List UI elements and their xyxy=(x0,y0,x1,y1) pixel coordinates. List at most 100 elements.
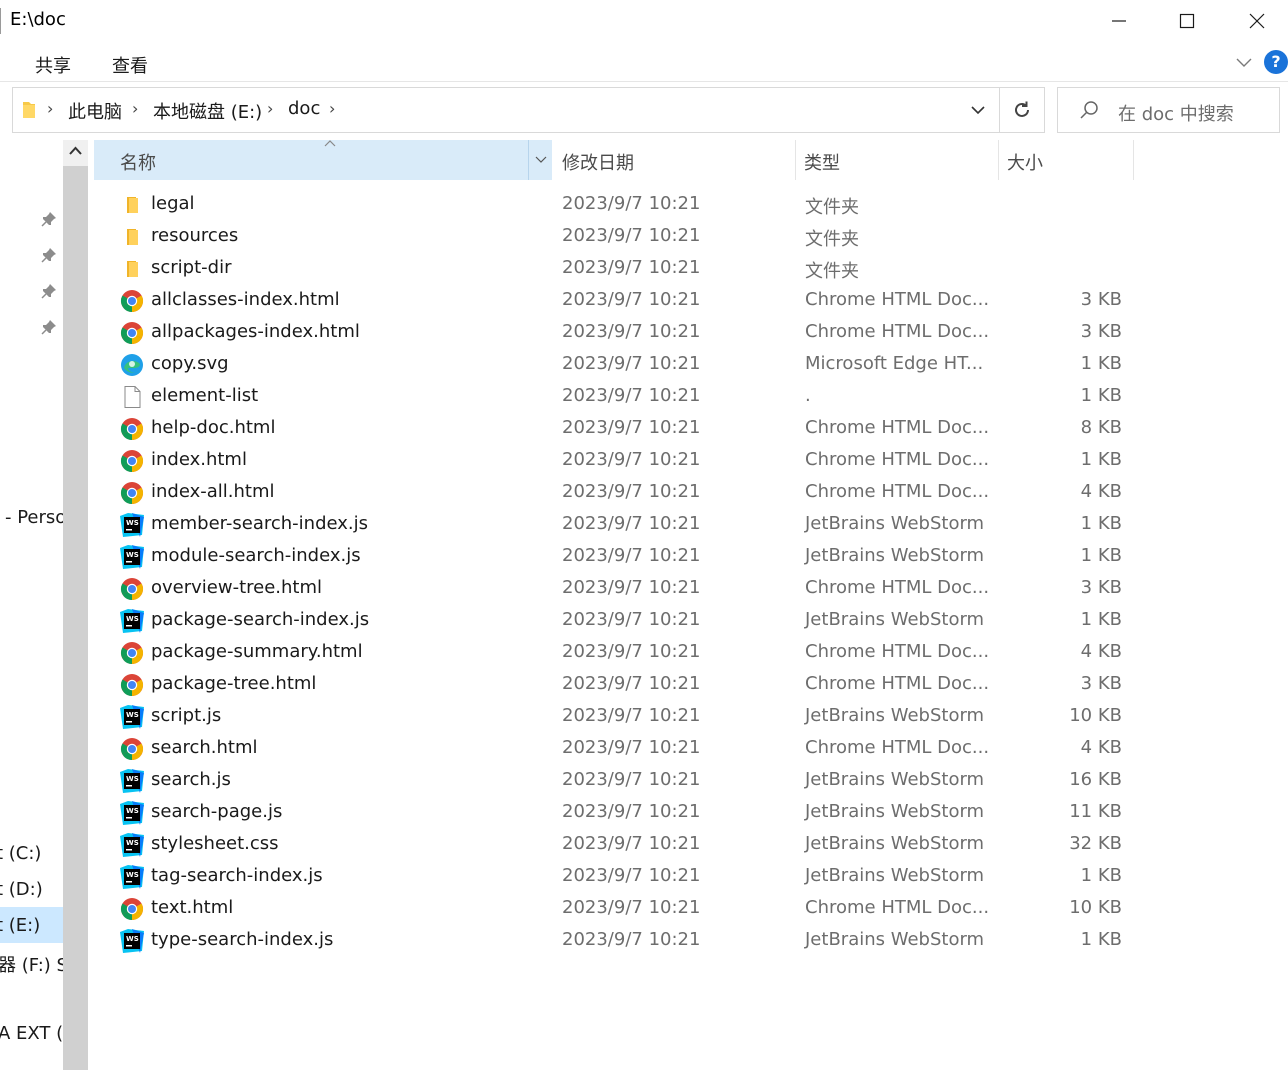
file-size: 1 KB xyxy=(1080,609,1122,630)
file-modified-date: 2023/9/7 10:21 xyxy=(562,385,701,406)
close-button[interactable] xyxy=(1222,0,1288,42)
file-type: Chrome HTML Doc... xyxy=(805,737,990,758)
file-size: 8 KB xyxy=(1080,417,1122,438)
file-modified-date: 2023/9/7 10:21 xyxy=(562,513,701,534)
column-header-size[interactable]: 大小 xyxy=(1007,140,1133,180)
file-type: JetBrains WebStorm xyxy=(805,865,985,886)
file-name: package-tree.html xyxy=(151,673,317,694)
nav-scrollbar[interactable] xyxy=(63,140,88,1070)
file-row[interactable]: allclasses-index.html 2023/9/7 10:21 Chrom… xyxy=(94,285,1134,317)
file-name: element-list xyxy=(151,385,259,406)
pin-icon[interactable] xyxy=(40,318,58,336)
chevron-down-icon[interactable] xyxy=(1234,52,1254,72)
file-type: Chrome HTML Doc... xyxy=(805,289,990,310)
column-divider[interactable] xyxy=(1133,140,1134,180)
file-size: 1 KB xyxy=(1080,545,1122,566)
file-modified-date: 2023/9/7 10:21 xyxy=(562,353,701,374)
nav-item-drive-d[interactable]: t (D:) xyxy=(0,879,43,900)
file-size: 32 KB xyxy=(1069,833,1122,854)
scroll-up-icon[interactable] xyxy=(68,144,83,159)
webstorm-icon: WS xyxy=(120,545,144,569)
file-row[interactable]: package-tree.html 2023/9/7 10:21 Chrome HT… xyxy=(94,669,1134,701)
file-row[interactable]: WS package-search-index.js 2023/9/7 10:21 J… xyxy=(94,605,1134,637)
column-header-type[interactable]: 类型 xyxy=(804,140,996,180)
column-divider[interactable] xyxy=(795,140,796,180)
chevron-down-icon[interactable] xyxy=(968,100,988,120)
file-row[interactable]: help-doc.html 2023/9/7 10:21 Chrome HTML D… xyxy=(94,413,1134,445)
chevron-right-icon[interactable]: › xyxy=(329,99,335,118)
file-name: resources xyxy=(151,225,239,246)
file-row[interactable]: WS module-search-index.js 2023/9/7 10:21 Je… xyxy=(94,541,1134,573)
file-size: 1 KB xyxy=(1080,353,1122,374)
breadcrumb-drive-e[interactable]: 本地磁盘 (E:) xyxy=(153,98,262,124)
file-row[interactable]: WS search-page.js 2023/9/7 10:21 JetBrains … xyxy=(94,797,1134,829)
file-type: JetBrains WebStorm xyxy=(805,705,985,726)
file-name: allpackages-index.html xyxy=(151,321,360,342)
file-row[interactable]: script-dir 2023/9/7 10:21 文件夹 xyxy=(94,253,1134,285)
navigation-pane: - Perso t (C:) t (D:) t (E:) 器 (F:) S A … xyxy=(0,140,88,1070)
column-divider[interactable] xyxy=(998,140,999,180)
file-row[interactable]: legal 2023/9/7 10:21 文件夹 xyxy=(94,189,1134,221)
chrome-icon xyxy=(120,673,144,697)
refresh-icon[interactable] xyxy=(1010,98,1034,122)
file-modified-date: 2023/9/7 10:21 xyxy=(562,769,701,790)
file-type: JetBrains WebStorm xyxy=(805,545,985,566)
column-header-date[interactable]: 修改日期 xyxy=(562,140,792,180)
file-type: Chrome HTML Doc... xyxy=(805,321,990,342)
maximize-button[interactable] xyxy=(1152,0,1222,42)
file-row[interactable]: element-list 2023/9/7 10:21. 1 KB xyxy=(94,381,1134,413)
scrollbar-thumb[interactable] xyxy=(63,166,88,1070)
chevron-right-icon[interactable]: › xyxy=(47,99,53,118)
chevron-down-icon xyxy=(535,156,547,163)
file-modified-date: 2023/9/7 10:21 xyxy=(562,417,701,438)
file-size: 10 KB xyxy=(1069,897,1122,918)
file-row[interactable]: search.html 2023/9/7 10:21 Chrome HTML Doc… xyxy=(94,733,1134,765)
nav-item-drive-f[interactable]: 器 (F:) S xyxy=(0,951,68,977)
nav-item-drive-c[interactable]: t (C:) xyxy=(0,843,41,864)
nav-item-ext-drive[interactable]: A EXT ( xyxy=(0,1023,63,1044)
file-row[interactable]: WS tag-search-index.js 2023/9/7 10:21 JetBr… xyxy=(94,861,1134,893)
address-bar[interactable]: › 此电脑 › 本地磁盘 (E:) › doc › xyxy=(12,87,1045,133)
file-row[interactable]: WS member-search-index.js 2023/9/7 10:21 Je… xyxy=(94,509,1134,541)
file-name: member-search-index.js xyxy=(151,513,369,534)
file-row[interactable]: index.html 2023/9/7 10:21 Chrome HTML Doc.… xyxy=(94,445,1134,477)
minimize-button[interactable] xyxy=(1084,0,1154,42)
file-row[interactable]: WS script.js 2023/9/7 10:21 JetBrains WebSt… xyxy=(94,701,1134,733)
tab-share[interactable]: 共享 xyxy=(35,52,71,78)
search-input[interactable]: 在 doc 中搜索 xyxy=(1057,87,1280,133)
nav-item-drive-e[interactable]: t (E:) xyxy=(0,915,40,936)
help-button[interactable]: ? xyxy=(1264,50,1288,74)
file-type: Chrome HTML Doc... xyxy=(805,577,990,598)
breadcrumb-this-pc[interactable]: 此电脑 xyxy=(68,98,122,124)
file-row[interactable]: copy.svg 2023/9/7 10:21 Microsoft Edge HT.… xyxy=(94,349,1134,381)
file-size: 1 KB xyxy=(1080,929,1122,950)
file-row[interactable]: allpackages-index.html 2023/9/7 10:21 Chro… xyxy=(94,317,1134,349)
nav-item-personal[interactable]: - Perso xyxy=(5,507,66,528)
file-row[interactable]: text.html 2023/9/7 10:21 Chrome HTML Doc..… xyxy=(94,893,1134,925)
file-type: Chrome HTML Doc... xyxy=(805,641,990,662)
chevron-right-icon[interactable]: › xyxy=(132,99,138,118)
folder-icon xyxy=(23,102,35,118)
file-row[interactable]: overview-tree.html 2023/9/7 10:21 Chrome H… xyxy=(94,573,1134,605)
breadcrumb-doc[interactable]: doc xyxy=(288,98,320,119)
file-row[interactable]: package-summary.html 2023/9/7 10:21 Chrome… xyxy=(94,637,1134,669)
file-row[interactable]: WS type-search-index.js 2023/9/7 10:21 JetB… xyxy=(94,925,1134,957)
file-type: Microsoft Edge HT... xyxy=(805,353,984,374)
file-modified-date: 2023/9/7 10:21 xyxy=(562,193,701,214)
file-row[interactable]: resources 2023/9/7 10:21 文件夹 xyxy=(94,221,1134,253)
chevron-right-icon[interactable]: › xyxy=(267,99,273,118)
file-row[interactable]: index-all.html 2023/9/7 10:21 Chrome HTML … xyxy=(94,477,1134,509)
pin-icon[interactable] xyxy=(40,246,58,264)
pin-icon[interactable] xyxy=(40,210,58,228)
column-filter-button[interactable] xyxy=(528,140,552,180)
file-row[interactable]: WS stylesheet.css 2023/9/7 10:21 JetBrains … xyxy=(94,829,1134,861)
tab-view[interactable]: 查看 xyxy=(112,52,148,78)
file-row[interactable]: WS search.js 2023/9/7 10:21 JetBrains WebSt… xyxy=(94,765,1134,797)
column-header-name[interactable]: 名称 xyxy=(94,140,552,180)
file-type: JetBrains WebStorm xyxy=(805,513,985,534)
pin-icon[interactable] xyxy=(40,282,58,300)
file-name: package-summary.html xyxy=(151,641,363,662)
file-type: 文件夹 xyxy=(805,261,859,282)
webstorm-icon: WS xyxy=(120,929,144,953)
svg-text:WS: WS xyxy=(126,935,139,943)
